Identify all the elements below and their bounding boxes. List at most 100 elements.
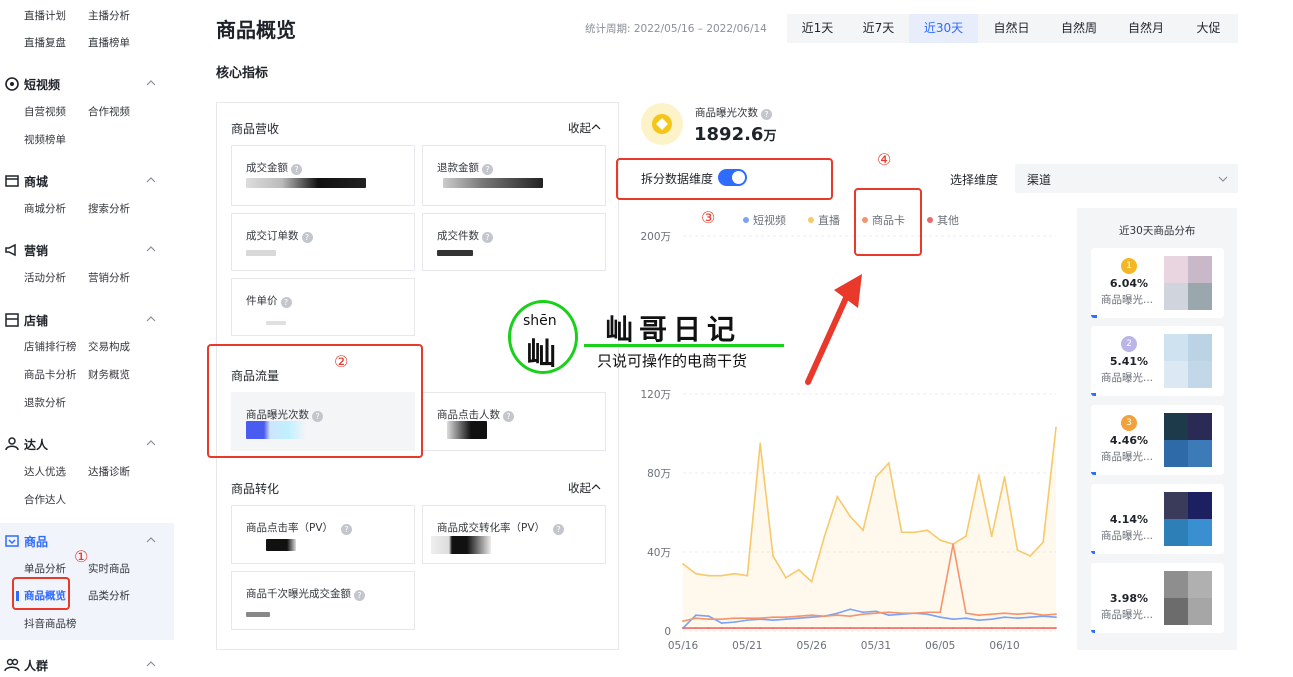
metric-click-rate[interactable]: 商品点击率（PV）? — [231, 505, 415, 564]
masked-value — [266, 321, 286, 325]
thumbnail-block — [1188, 361, 1212, 388]
help-icon[interactable]: ? — [553, 524, 565, 535]
sidebar-item-marketing-analysis[interactable]: 营销分析 — [88, 270, 130, 285]
person-icon — [5, 437, 19, 451]
legend-dot — [808, 217, 814, 223]
sidebar-item-trade-structure[interactable]: 交易构成 — [88, 339, 130, 354]
distribution-card[interactable]: 3.98% 商品曝光... — [1091, 563, 1224, 633]
data-point — [939, 611, 942, 614]
sidebar-item-coop-talent[interactable]: 合作达人 — [24, 492, 66, 507]
help-icon[interactable]: ? — [761, 109, 772, 120]
nav-section-crowd[interactable]: 人群 — [0, 655, 174, 677]
sidebar-item-realtime-product[interactable]: 实时商品 — [88, 561, 130, 576]
sidebar-item-coop-video[interactable]: 合作视频 — [88, 104, 130, 119]
data-point — [797, 568, 800, 571]
metric-gmv[interactable]: 成交金额? — [231, 145, 415, 206]
chevron-up-icon — [146, 246, 156, 252]
thumbnail-block — [1164, 598, 1188, 625]
tab-natural-week[interactable]: 自然周 — [1045, 14, 1113, 43]
thumbnail-block — [1188, 440, 1212, 467]
data-point — [1003, 616, 1006, 619]
nav-section-marketing[interactable]: 营销 — [0, 240, 174, 264]
tab-promotion[interactable]: 大促 — [1179, 14, 1238, 43]
tab-30-day[interactable]: 近30天 — [909, 14, 978, 43]
sidebar-item-live-plan[interactable]: 直播计划 — [24, 8, 66, 23]
sidebar-item-talent-diagnose[interactable]: 达播诊断 — [88, 464, 130, 479]
collapse-conversion-button[interactable]: 收起 — [568, 480, 601, 496]
data-point — [694, 617, 697, 620]
metric-item-count[interactable]: 成交件数? — [422, 213, 606, 271]
data-point — [1029, 555, 1032, 557]
sidebar-item-single-product[interactable]: 单品分析 — [24, 561, 66, 576]
thumbnail-block — [1164, 361, 1188, 388]
sidebar-item-live-review[interactable]: 直播复盘 — [24, 35, 66, 50]
annotation-box-2 — [207, 344, 423, 458]
metric-unit-price[interactable]: 件单价? — [231, 278, 415, 336]
help-icon[interactable]: ? — [341, 524, 353, 535]
metric-conversion-rate[interactable]: 商品成交转化率（PV）? — [422, 505, 606, 564]
help-icon[interactable]: ? — [503, 411, 514, 422]
data-point — [862, 613, 864, 616]
distribution-card[interactable]: 3 4.46% 商品曝光... — [1091, 405, 1224, 475]
distribution-card[interactable]: 2 5.41% 商品曝光... — [1091, 326, 1224, 396]
help-icon[interactable]: ? — [482, 232, 493, 243]
sidebar-item-mall-analysis[interactable]: 商城分析 — [24, 201, 66, 216]
tab-1-day[interactable]: 近1天 — [787, 14, 848, 43]
distribution-card[interactable]: 4.14% 商品曝光... — [1091, 484, 1224, 554]
help-icon[interactable]: ? — [354, 590, 365, 601]
nav-section-mall[interactable]: 商城 — [0, 171, 174, 195]
sidebar-item-search-analysis[interactable]: 搜索分析 — [88, 201, 130, 216]
sidebar-item-live-rank[interactable]: 直播榜单 — [88, 35, 130, 50]
data-point — [862, 627, 864, 629]
nav-section-talent[interactable]: 达人 — [0, 434, 174, 458]
metric-gpm[interactable]: 商品千次曝光成交金额? — [231, 571, 415, 630]
y-tick-label: 40万 — [647, 547, 671, 559]
metric-order-count[interactable]: 成交订单数? — [231, 213, 415, 271]
metric-click-users[interactable]: 商品点击人数? — [422, 392, 606, 451]
sidebar-item-anchor-analysis[interactable]: 主播分析 — [88, 8, 130, 23]
data-point — [1029, 616, 1032, 619]
data-point — [707, 574, 710, 577]
tab-natural-month[interactable]: 自然月 — [1113, 14, 1179, 43]
distribution-card[interactable]: 1 6.04% 商品曝光... — [1091, 248, 1224, 318]
sidebar-item-activity-analysis[interactable]: 活动分析 — [24, 270, 66, 285]
nav-section-label: 达人 — [24, 438, 49, 452]
help-icon[interactable]: ? — [301, 232, 313, 243]
group-icon — [4, 658, 20, 672]
sidebar-item-category-analysis[interactable]: 品类分析 — [88, 588, 130, 603]
annotation-box-1 — [12, 577, 70, 610]
sidebar-item-video-rank[interactable]: 视频榜单 — [24, 132, 66, 147]
sidebar-item-douyin-product-rank[interactable]: 抖音商品榜 — [24, 616, 77, 631]
sidebar-item-shop-rank[interactable]: 店铺排行榜 — [24, 339, 77, 354]
sidebar-item-refund-analysis[interactable]: 退款分析 — [24, 395, 66, 410]
sidebar-item-talent-select[interactable]: 达人优选 — [24, 464, 66, 479]
distribution-bar — [1091, 393, 1097, 396]
nav-section-short-video[interactable]: 短视频 — [0, 74, 174, 98]
tab-natural-day[interactable]: 自然日 — [978, 14, 1045, 43]
data-point — [1003, 476, 1006, 478]
sidebar-item-own-video[interactable]: 自营视频 — [24, 104, 66, 119]
data-point — [887, 462, 890, 465]
help-icon[interactable]: ? — [291, 164, 302, 175]
sidebar-item-product-card-analysis[interactable]: 商品卡分析 — [24, 367, 77, 382]
tab-7-day[interactable]: 近7天 — [848, 14, 909, 43]
data-point — [900, 627, 903, 629]
data-point — [810, 616, 813, 619]
masked-value — [246, 178, 366, 188]
metric-refund-amount[interactable]: 退款金额? — [422, 145, 606, 206]
data-point — [939, 616, 942, 619]
metric-label-text: 商品点击人数 — [437, 409, 500, 421]
product-thumbnail — [1164, 413, 1212, 467]
distribution-bar — [1091, 630, 1095, 633]
collapse-revenue-button[interactable]: 收起 — [568, 120, 601, 136]
sidebar-item-finance-overview[interactable]: 财务概览 — [88, 367, 130, 382]
split-dimension-toggle[interactable] — [718, 169, 747, 186]
thumbnail-block — [1188, 492, 1212, 519]
metric-label: 商品点击人数? — [437, 407, 514, 422]
data-point — [977, 614, 980, 617]
dimension-select[interactable]: 渠道 — [1015, 164, 1238, 193]
help-icon[interactable]: ? — [280, 297, 292, 308]
x-tick-label: 06/10 — [989, 640, 1019, 652]
help-icon[interactable]: ? — [482, 164, 493, 175]
nav-section-shop[interactable]: 店铺 — [0, 310, 174, 334]
